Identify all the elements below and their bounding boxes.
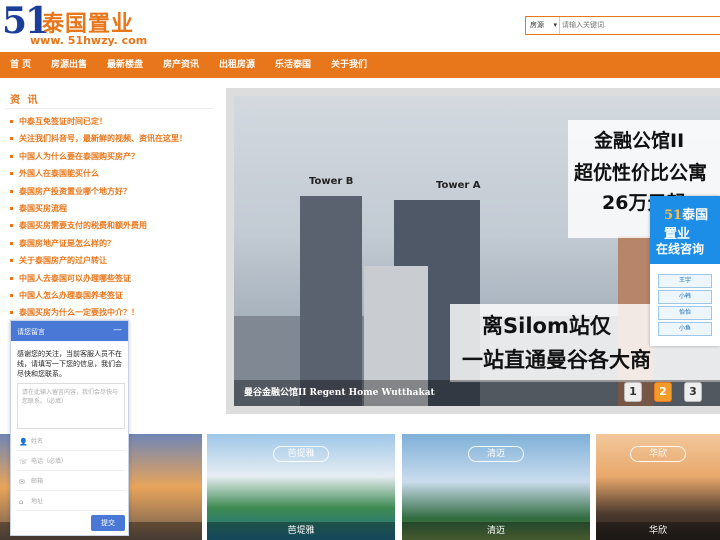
news-item[interactable]: 泰国房地产证是怎么样的？ [10, 238, 187, 255]
news-item[interactable]: 中国人为什么要在泰国购买房产？ [10, 151, 187, 168]
nav-home[interactable]: 首 页 [10, 52, 31, 78]
city-card-badge: 清迈 [468, 446, 524, 462]
news-item[interactable]: 泰国房产投资置业哪个地方好？ [10, 186, 187, 203]
news-item[interactable]: 泰国买房需要支付的税费和额外费用 [10, 220, 187, 237]
name-field[interactable]: 👤 姓名 [17, 433, 125, 451]
slide-dot-2[interactable]: 2 [654, 382, 672, 402]
consult-agent[interactable]: 王宇 [658, 274, 712, 288]
city-card-chiangmai[interactable]: 清迈 清迈 [402, 434, 590, 540]
consult-agent[interactable]: 小鱼 [658, 322, 712, 336]
chat-message: 感谢您的关注，当前客服人员不在线，请填写一下您的信息，我们会尽快和您联系。 [17, 350, 122, 378]
main-nav: 首 页 房源出售 最新楼盘 房产资讯 出租房源 乐活泰国 关于我们 [0, 52, 720, 78]
news-item[interactable]: 关于泰国房产的过户转让 [10, 255, 187, 272]
user-icon: 👤 [19, 438, 28, 446]
nav-rent[interactable]: 出租房源 [219, 52, 255, 78]
header: 51 泰国置业 www. 51hwzy. com 房源 [0, 0, 720, 52]
nav-about[interactable]: 关于我们 [331, 52, 367, 78]
consult-agent[interactable]: 小韩 [658, 290, 712, 304]
nav-sale[interactable]: 房源出售 [51, 52, 87, 78]
nav-lifestyle[interactable]: 乐活泰国 [275, 52, 311, 78]
city-card-badge: 芭提雅 [273, 446, 329, 462]
consult-label: 在线咨询 [656, 242, 705, 256]
news-item[interactable]: 中国人怎么办理泰国养老签证 [10, 290, 187, 307]
banner-caption-bar: 曼谷金融公馆II Regent Home Wutthakat [234, 380, 720, 406]
address-field[interactable]: ⌂ 地址 [17, 493, 125, 511]
news-item[interactable]: 中泰互免签证时间已定！ [10, 116, 187, 133]
tower-a-label: Tower A [436, 180, 481, 191]
email-field[interactable]: ✉ 邮箱 [17, 473, 125, 491]
banner-headline-2: 超优性价比公寓 [574, 162, 708, 184]
logo-url: www. 51hwzy. com [30, 34, 148, 47]
chat-title-bar: 请您留言 — [11, 321, 128, 341]
news-item[interactable]: 外国人在泰国能买什么 [10, 168, 187, 185]
consult-logo: 51泰国置业 [664, 208, 709, 242]
nav-new-projects[interactable]: 最新楼盘 [107, 52, 143, 78]
location-icon: ⌂ [19, 498, 24, 506]
news-item[interactable]: 泰国买房流程 [10, 203, 187, 220]
city-card-name: 清迈 [402, 522, 590, 540]
banner-lower-1: 离Silom站仅 [482, 314, 611, 338]
banner-lower-2: 一站直通曼谷各大商 [462, 348, 651, 372]
tower-b-building [300, 196, 362, 406]
banner-headline-1: 金融公馆II [594, 130, 685, 152]
chat-title: 请您留言 [17, 328, 45, 336]
phone-field[interactable]: ☏ 电话（必填） [17, 453, 125, 471]
city-card-name: 华欣 [596, 522, 720, 540]
banner-slide[interactable]: Tower B Tower A 金融公馆II 超优性价比公寓 26万元起 离Si… [234, 96, 720, 406]
city-card-name: 芭堤雅 [207, 522, 395, 540]
slide-dot-3[interactable]: 3 [684, 382, 702, 402]
slide-dot-1[interactable]: 1 [624, 382, 642, 402]
site-logo[interactable]: 51 泰国置业 www. 51hwzy. com [2, 0, 162, 48]
tower-b-label: Tower B [309, 176, 354, 187]
nav-news[interactable]: 房产资讯 [163, 52, 199, 78]
news-divider [6, 108, 214, 109]
city-card-pattaya[interactable]: 芭提雅 芭堤雅 [207, 434, 395, 540]
mail-icon: ✉ [19, 478, 25, 486]
phone-icon: ☏ [19, 458, 28, 466]
banner-caption[interactable]: 曼谷金融公馆II Regent Home Wutthakat [244, 385, 435, 398]
city-card-badge: 华欣 [630, 446, 686, 462]
news-item[interactable]: 关注我们抖音号，最新鲜的视频、资讯在这里！ [10, 133, 187, 150]
search-type-select[interactable]: 房源 [526, 17, 560, 34]
banner-frame: Tower B Tower A 金融公馆II 超优性价比公寓 26万元起 离Si… [226, 88, 720, 414]
consult-agent[interactable]: 怡怡 [658, 306, 712, 320]
submit-button[interactable]: 提交 [91, 515, 125, 531]
search-input[interactable] [562, 17, 720, 34]
news-item[interactable]: 中国人去泰国可以办理哪些签证 [10, 273, 187, 290]
online-consult-widget: 51泰国置业 在线咨询 王宇 小韩 怡怡 小鱼 [650, 196, 720, 346]
message-textarea[interactable]: 请在此输入留言内容，我们会尽快与您联系。（必填） [17, 383, 125, 429]
search-box: 房源 [525, 16, 720, 35]
consult-header: 51泰国置业 在线咨询 [650, 196, 720, 264]
news-title: 资 讯 [10, 95, 40, 106]
city-card-huahin[interactable]: 华欣 华欣 [596, 434, 720, 540]
news-list: 中泰互免签证时间已定！ 关注我们抖音号，最新鲜的视频、资讯在这里！ 中国人为什么… [10, 116, 187, 325]
leave-message-widget: 请您留言 — 感谢您的关注，当前客服人员不在线，请填写一下您的信息，我们会尽快和… [10, 320, 129, 536]
minimize-icon[interactable]: — [113, 325, 122, 335]
